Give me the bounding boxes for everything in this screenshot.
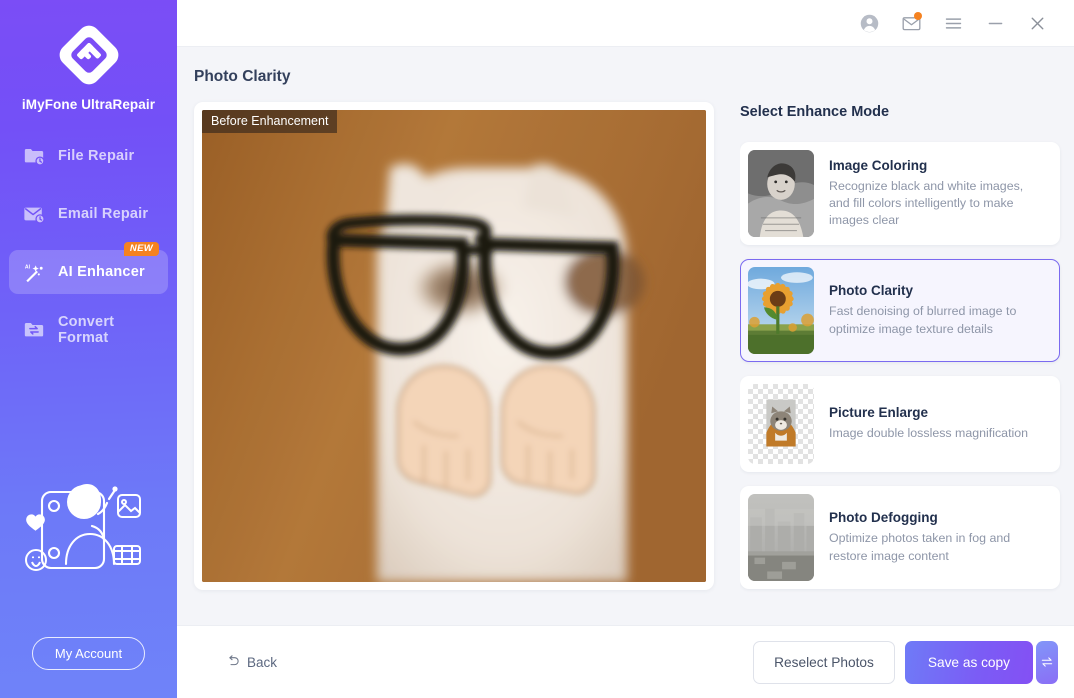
hamburger-menu-icon[interactable] <box>932 3 974 43</box>
mode-text: Image Coloring Recognize black and white… <box>814 143 1059 244</box>
mode-description: Recognize black and white images, and fi… <box>829 178 1024 228</box>
before-enhancement-label: Before Enhancement <box>202 110 338 133</box>
workspace-row: Before Enhancement Select Enhance Mode I… <box>177 86 1074 625</box>
sidebar-item-ai-enhancer[interactable]: AI AI Enhancer NEW <box>9 242 168 294</box>
minimize-icon[interactable] <box>974 3 1016 43</box>
save-as-copy-button[interactable]: Save as copy <box>904 640 1033 684</box>
magic-wand-ai-icon: AI <box>22 260 46 284</box>
sunflower-field-thumbnail-icon <box>748 267 814 354</box>
reselect-photos-button[interactable]: Reselect Photos <box>753 640 895 684</box>
my-account-button[interactable]: My Account <box>32 637 145 670</box>
sidebar-item-file-repair[interactable]: File Repair <box>9 134 168 178</box>
back-button[interactable]: Back <box>225 653 277 672</box>
cat-transparent-thumbnail-icon <box>748 384 814 464</box>
svg-text:AI: AI <box>24 264 30 270</box>
mail-unread-badge <box>914 12 922 20</box>
sidebar-item-convert-format[interactable]: Convert Format <box>9 308 168 352</box>
undo-arrow-icon <box>225 653 241 672</box>
sidebar-item-label: Email Repair <box>58 206 149 222</box>
sidebar-item-label: AI Enhancer <box>58 264 145 280</box>
preview-image[interactable]: Before Enhancement <box>202 110 706 582</box>
photo-preview-card: Before Enhancement <box>194 102 714 590</box>
back-label: Back <box>247 654 278 670</box>
mode-card-picture-enlarge[interactable]: Picture Enlarge Image double lossless ma… <box>740 376 1060 472</box>
enhance-mode-panel: Select Enhance Mode Image Coloring Recog… <box>740 102 1074 625</box>
sidebar: iMyFone UltraRepair File Repair Email Re… <box>0 0 177 698</box>
mail-envelope-icon[interactable] <box>890 3 932 43</box>
foggy-city-thumbnail-icon <box>748 494 814 581</box>
mode-text: Photo Clarity Fast denoising of blurred … <box>814 260 1059 361</box>
mode-card-image-coloring[interactable]: Image Coloring Recognize black and white… <box>740 142 1060 245</box>
brand-name: iMyFone UltraRepair <box>21 97 156 112</box>
account-circle-icon[interactable] <box>848 3 890 43</box>
vintage-bw-portrait-thumbnail-icon <box>748 150 814 237</box>
main-area: Photo Clarity Before Enhancement Select … <box>177 0 1074 698</box>
blurred-photo-graphic <box>202 110 706 582</box>
mode-description: Optimize photos taken in fog and restore… <box>829 531 1011 563</box>
brand-block: iMyFone UltraRepair <box>0 0 177 112</box>
mode-description: Fast denoising of blurred image to optim… <box>829 304 1017 336</box>
sidebar-item-label: Convert Format <box>58 314 115 346</box>
folder-swap-icon <box>22 318 46 342</box>
save-button-group: Save as copy <box>904 640 1058 684</box>
mode-text: Picture Enlarge Image double lossless ma… <box>814 377 1059 471</box>
envelope-clock-icon <box>22 202 46 226</box>
close-icon[interactable] <box>1016 3 1058 43</box>
sidebar-item-label: File Repair <box>58 148 135 164</box>
mode-text: Photo Defogging Optimize photos taken in… <box>814 487 1059 588</box>
sidebar-item-email-repair[interactable]: Email Repair <box>9 192 168 236</box>
person-in-frame-illustration-icon <box>0 468 177 593</box>
title-bar <box>177 0 1074 47</box>
swap-arrows-icon[interactable] <box>1036 640 1058 684</box>
new-badge: NEW <box>123 242 159 256</box>
sidebar-nav: File Repair Email Repair AI AI Enhancer … <box>0 134 177 352</box>
mode-name: Image Coloring <box>829 157 928 173</box>
page-title: Photo Clarity <box>194 68 291 85</box>
diamond-f-logo-icon <box>56 22 122 88</box>
enhance-mode-title: Select Enhance Mode <box>740 104 890 120</box>
app-window: iMyFone UltraRepair File Repair Email Re… <box>0 0 1074 698</box>
mode-name: Photo Clarity <box>829 283 914 299</box>
mode-name: Picture Enlarge <box>829 405 929 421</box>
mode-card-photo-defogging[interactable]: Photo Defogging Optimize photos taken in… <box>740 486 1060 589</box>
bottom-action-bar: Back Reselect Photos Save as copy <box>177 625 1074 698</box>
folder-clock-icon <box>22 144 46 168</box>
mode-card-photo-clarity[interactable]: Photo Clarity Fast denoising of blurred … <box>740 259 1060 362</box>
mode-description: Image double lossless magnification <box>829 426 1029 441</box>
mode-name: Photo Defogging <box>829 510 938 526</box>
content-area: Photo Clarity Before Enhancement Select … <box>177 47 1074 625</box>
